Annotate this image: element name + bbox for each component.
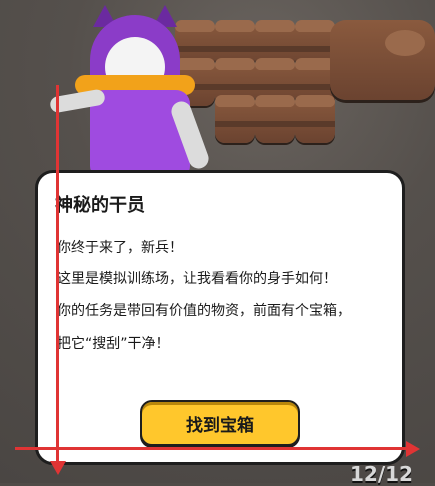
npc-dialog: 神秘的干员 你终于来了，新兵！ 这里是模拟训练场，让我看看你的身手如何！ 你的任… bbox=[35, 170, 405, 465]
operator-character bbox=[45, 5, 215, 185]
game-scene: 神秘的干员 你终于来了，新兵！ 这里是模拟训练场，让我看看你的身手如何！ 你的任… bbox=[0, 0, 435, 486]
dialog-line: 你的任务是带回有价值的物资，前面有个宝箱， bbox=[57, 303, 351, 319]
barrel bbox=[255, 95, 295, 143]
dialog-title: 神秘的干员 bbox=[55, 195, 145, 216]
dialog-line: 这里是模拟训练场，让我看看你的身手如何！ bbox=[57, 271, 337, 287]
item-counter: 12/12 bbox=[350, 462, 413, 486]
barrel bbox=[215, 95, 255, 143]
horizontal-annotation-arrow bbox=[15, 441, 420, 457]
barrel bbox=[295, 95, 335, 143]
find-chest-button[interactable]: 找到宝箱 bbox=[140, 400, 300, 446]
barrel-cap bbox=[385, 30, 425, 56]
dialog-line: 你终于来了，新兵！ bbox=[57, 240, 183, 256]
dialog-line: 把它“搜刮”干净！ bbox=[57, 336, 170, 352]
large-barrel bbox=[330, 20, 435, 100]
vertical-annotation-arrow bbox=[50, 85, 66, 475]
